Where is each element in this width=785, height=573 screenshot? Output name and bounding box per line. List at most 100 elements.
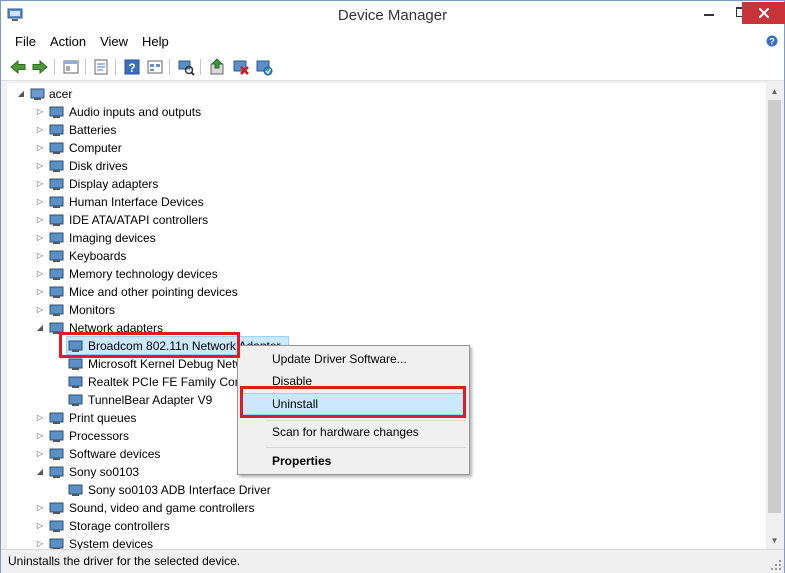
expand-arrow-icon[interactable]: ▷ bbox=[35, 229, 45, 247]
expand-arrow-icon[interactable]: ▷ bbox=[35, 535, 45, 549]
tree-node-label: Software devices bbox=[69, 447, 161, 461]
ctx-scan-hardware[interactable]: Scan for hardware changes bbox=[272, 421, 419, 443]
expand-arrow-icon[interactable]: ▷ bbox=[35, 265, 45, 283]
expand-arrow-icon[interactable]: ▷ bbox=[35, 301, 45, 319]
tree-node-label: Disk drives bbox=[69, 159, 128, 173]
tree-node-label: Mice and other pointing devices bbox=[69, 285, 238, 299]
monitor-icon bbox=[49, 304, 64, 316]
tree-root-label: acer bbox=[49, 87, 73, 101]
tree-node-system-devices[interactable]: ▷ System devices bbox=[7, 535, 766, 549]
tree-node-label: TunnelBear Adapter V9 bbox=[88, 393, 213, 407]
toolbar: ? bbox=[1, 53, 784, 81]
ide-controller-icon bbox=[49, 214, 64, 226]
collapse-arrow-icon[interactable]: ◢ bbox=[16, 85, 26, 103]
tree-node-label: Sound, video and game controllers bbox=[69, 501, 255, 515]
expand-arrow-icon[interactable]: ▷ bbox=[35, 175, 45, 193]
enable-disable-icon[interactable] bbox=[255, 58, 273, 76]
tree-node-imaging-devices[interactable]: ▷ Imaging devices bbox=[7, 229, 766, 247]
resize-grip-icon[interactable] bbox=[770, 559, 782, 571]
toolbar-separator bbox=[54, 59, 55, 75]
mouse-icon bbox=[49, 286, 64, 298]
tree-node-sound-video-and-game-controllers[interactable]: ▷ Sound, video and game controllers bbox=[7, 499, 766, 517]
expand-arrow-icon[interactable]: ▷ bbox=[35, 499, 45, 517]
expand-arrow-icon[interactable]: ▷ bbox=[35, 409, 45, 427]
menu-file[interactable]: File bbox=[8, 32, 43, 52]
processor-icon bbox=[49, 430, 64, 442]
tree-node-sony-child-0[interactable]: Sony so0103 ADB Interface Driver bbox=[7, 481, 766, 499]
properties-icon[interactable] bbox=[92, 58, 110, 76]
tree-node-keyboards[interactable]: ▷ Keyboards bbox=[7, 247, 766, 265]
scrollbar-thumb[interactable] bbox=[768, 100, 781, 513]
tree-node-label: Keyboards bbox=[69, 249, 127, 263]
ctx-update-driver[interactable]: Update Driver Software... bbox=[272, 348, 407, 370]
tree-node-human-interface-devices[interactable]: ▷ Human Interface Devices bbox=[7, 193, 766, 211]
tree-node-label: Processors bbox=[69, 429, 130, 443]
tree-node-display-adapters[interactable]: ▷ Display adapters bbox=[7, 175, 766, 193]
toolbar-separator bbox=[85, 59, 86, 75]
uninstall-icon[interactable] bbox=[232, 58, 250, 76]
storage-icon bbox=[49, 520, 64, 532]
tree-node-label: Sony so0103 bbox=[69, 465, 140, 479]
expand-arrow-icon[interactable]: ▷ bbox=[35, 157, 45, 175]
device-manager-window: Device Manager File Action View Help ? ? bbox=[0, 0, 785, 573]
computer-icon bbox=[49, 142, 64, 154]
display-adapter-icon bbox=[49, 178, 64, 190]
expand-arrow-icon[interactable]: ▷ bbox=[35, 247, 45, 265]
scroll-down-arrow-icon[interactable]: ▼ bbox=[766, 532, 783, 549]
tree-node-disk-drives[interactable]: ▷ Disk drives bbox=[7, 157, 766, 175]
tree-node-monitors[interactable]: ▷ Monitors bbox=[7, 301, 766, 319]
tree-node-ide-ata-atapi-controllers[interactable]: ▷ IDE ATA/ATAPI controllers bbox=[7, 211, 766, 229]
expand-arrow-icon[interactable]: ▷ bbox=[35, 427, 45, 445]
tree-node-batteries[interactable]: ▷ Batteries bbox=[7, 121, 766, 139]
network-adapter-icon bbox=[68, 394, 83, 406]
tree-node-memory-technology-devices[interactable]: ▷ Memory technology devices bbox=[7, 265, 766, 283]
expand-arrow-icon[interactable]: ▷ bbox=[35, 517, 45, 535]
computer-icon bbox=[30, 88, 45, 100]
menu-view[interactable]: View bbox=[93, 32, 135, 52]
tree-node-mice-and-other-pointing-devices[interactable]: ▷ Mice and other pointing devices bbox=[7, 283, 766, 301]
expand-arrow-icon[interactable]: ▷ bbox=[35, 283, 45, 301]
menu-action[interactable]: Action bbox=[43, 32, 93, 52]
menu-help[interactable]: Help bbox=[135, 32, 176, 52]
close-button[interactable] bbox=[742, 2, 785, 24]
system-device-icon bbox=[49, 538, 64, 549]
ctx-properties[interactable]: Properties bbox=[272, 450, 331, 472]
minimize-button[interactable] bbox=[693, 1, 725, 23]
update-driver-icon[interactable] bbox=[208, 58, 226, 76]
tree-node-label: Audio inputs and outputs bbox=[69, 105, 202, 119]
expand-arrow-icon[interactable]: ▷ bbox=[35, 211, 45, 229]
tree-node-label: Imaging devices bbox=[69, 231, 156, 245]
status-text: Uninstalls the driver for the selected d… bbox=[8, 554, 241, 568]
show-hide-tree-icon[interactable] bbox=[62, 58, 80, 76]
tree-node-audio-inputs-and-outputs[interactable]: ▷ Audio inputs and outputs bbox=[7, 103, 766, 121]
collapse-arrow-icon[interactable]: ◢ bbox=[35, 319, 45, 337]
close-icon bbox=[758, 8, 769, 18]
toolbar-separator bbox=[169, 59, 170, 75]
vertical-scrollbar[interactable]: ▲ ▼ bbox=[766, 83, 783, 549]
tree-node-computer[interactable]: ▷ Computer bbox=[7, 139, 766, 157]
adb-driver-icon bbox=[68, 484, 83, 496]
title-bar[interactable]: Device Manager bbox=[1, 1, 785, 31]
expand-arrow-icon[interactable]: ▷ bbox=[35, 139, 45, 157]
expand-arrow-icon[interactable]: ▷ bbox=[35, 121, 45, 139]
scroll-up-arrow-icon[interactable]: ▲ bbox=[766, 83, 783, 100]
tree-node-label: Computer bbox=[69, 141, 122, 155]
scan-hardware-icon[interactable] bbox=[177, 58, 195, 76]
svg-text:?: ? bbox=[128, 61, 135, 75]
expand-arrow-icon[interactable]: ▷ bbox=[35, 445, 45, 463]
expand-arrow-icon[interactable]: ▷ bbox=[35, 193, 45, 211]
tree-node-root[interactable]: ◢ acer bbox=[7, 85, 766, 103]
back-icon[interactable] bbox=[9, 58, 27, 76]
expand-arrow-icon[interactable]: ▷ bbox=[35, 103, 45, 121]
tree-node-storage-controllers[interactable]: ▷ Storage controllers bbox=[7, 517, 766, 535]
collapse-arrow-icon[interactable]: ◢ bbox=[35, 463, 45, 481]
view-icon[interactable] bbox=[146, 58, 164, 76]
help-question-icon[interactable]: ? bbox=[766, 35, 778, 47]
forward-icon[interactable] bbox=[31, 58, 49, 76]
context-menu-separator bbox=[266, 447, 466, 448]
tree-node-label: Human Interface Devices bbox=[69, 195, 204, 209]
help-icon[interactable]: ? bbox=[123, 58, 141, 76]
tree-node-label: Memory technology devices bbox=[69, 267, 218, 281]
device-tree[interactable]: ◢ acer ▷ Audio inputs and outputs ▷ Batteries… bbox=[7, 83, 766, 549]
tree-node-label: System devices bbox=[69, 537, 154, 549]
